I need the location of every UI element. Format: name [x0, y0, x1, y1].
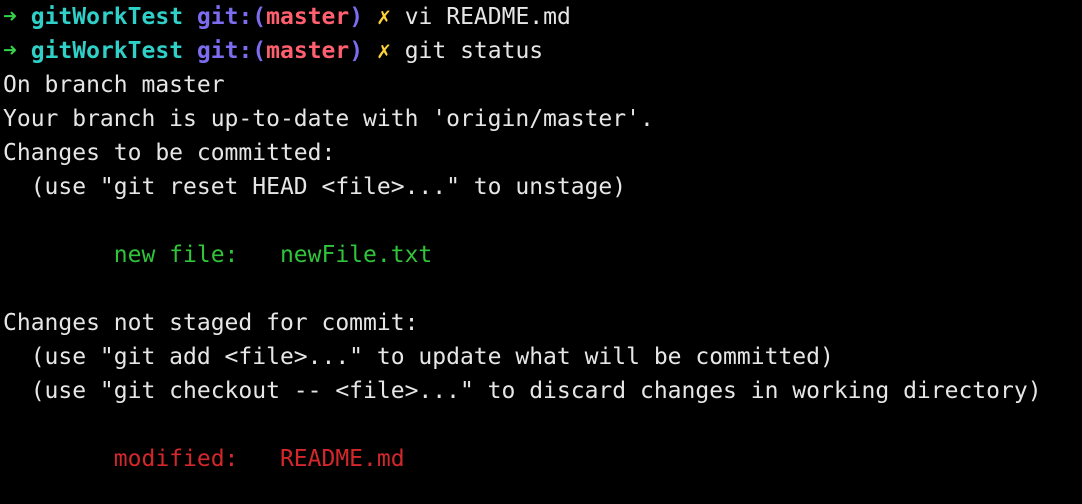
prompt-arrow-icon: ➜ [3, 4, 17, 30]
prompt-command: git status [404, 38, 544, 64]
unstaged-file-entry: modified: README.md [3, 446, 405, 472]
prompt-git-suffix: ) [349, 38, 364, 64]
staged-hint: (use "git reset HEAD <file>..." to unsta… [3, 174, 627, 200]
output-line: Your branch is up-to-date with 'origin/m… [3, 106, 654, 132]
prompt-directory: gitWorkTest [30, 4, 184, 30]
dirty-marker-icon: ✗ [376, 4, 391, 30]
prompt-branch: master [266, 4, 350, 30]
output-line: On branch master [3, 72, 225, 98]
prompt-line: ➜ gitWorkTest git:(master) ✗ vi README.m… [3, 0, 1082, 34]
prompt-line: ➜ gitWorkTest git:(master) ✗ git status [3, 34, 1082, 68]
prompt-directory: gitWorkTest [30, 38, 184, 64]
prompt-command: vi README.md [404, 4, 571, 30]
dirty-marker-icon: ✗ [376, 38, 391, 64]
prompt-git-prefix: git:( [196, 4, 267, 30]
staged-header: Changes to be committed: [3, 140, 336, 166]
terminal-window[interactable]: ➜ gitWorkTest git:(master) ✗ vi README.m… [0, 0, 1082, 504]
unstaged-hint: (use "git add <file>..." to update what … [3, 344, 834, 370]
staged-file-entry: new file: newFile.txt [3, 242, 433, 268]
prompt-arrow-icon: ➜ [3, 38, 17, 64]
prompt-branch: master [266, 38, 350, 64]
prompt-git-suffix: ) [349, 4, 364, 30]
prompt-git-prefix: git:( [196, 38, 267, 64]
unstaged-hint: (use "git checkout -- <file>..." to disc… [3, 378, 1042, 404]
unstaged-header: Changes not staged for commit: [3, 310, 419, 336]
